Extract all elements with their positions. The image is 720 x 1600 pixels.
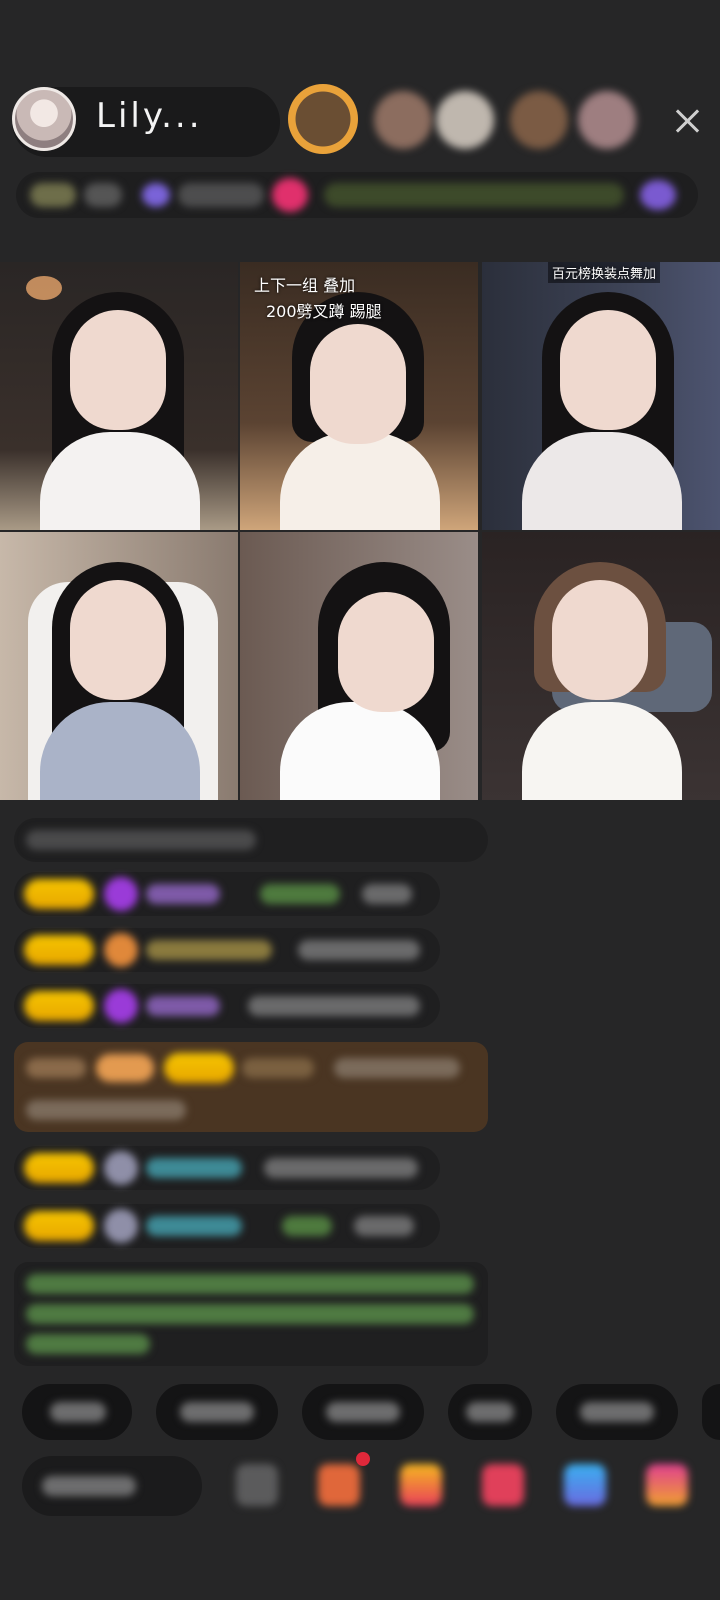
video-caption: 百元榜换装点舞加	[548, 262, 661, 283]
quick-reply-button[interactable]	[702, 1384, 720, 1440]
notification-dot	[356, 1452, 370, 1466]
notice-text	[26, 1304, 474, 1324]
share-icon[interactable]	[564, 1464, 606, 1506]
message-text	[362, 884, 412, 904]
more-icon[interactable]	[646, 1464, 688, 1506]
notice-text	[26, 830, 256, 850]
rank-icon	[142, 183, 170, 207]
user-name[interactable]	[146, 884, 220, 904]
rank-text	[178, 183, 264, 207]
video-cell-4[interactable]	[0, 532, 238, 800]
notice-text	[26, 1274, 474, 1294]
message-text	[26, 1100, 186, 1120]
user-name[interactable]	[146, 1216, 242, 1236]
hot-badge	[30, 183, 76, 207]
user-name[interactable]	[146, 1158, 242, 1178]
video-cell-2[interactable]: 上下一组 叠加 200劈叉蹲 踢腿	[240, 262, 478, 530]
gift-icon[interactable]	[272, 178, 308, 212]
user-avatar[interactable]	[104, 1151, 138, 1185]
quick-reply-label	[326, 1402, 400, 1422]
fan-avatar-top[interactable]	[288, 84, 358, 154]
notice-text	[26, 1334, 150, 1354]
level-badge	[24, 991, 94, 1021]
user-avatar[interactable]	[104, 877, 138, 911]
emoji-icon[interactable]	[236, 1464, 278, 1506]
co-host-video-grid: 上下一组 叠加 200劈叉蹲 踢腿 百元榜换装点舞加	[0, 262, 720, 802]
quick-reply-label	[466, 1402, 514, 1422]
message-text	[298, 940, 420, 960]
vip-label	[26, 1058, 86, 1078]
host-avatar[interactable]	[12, 87, 76, 151]
activity-icon[interactable]	[640, 180, 676, 210]
quick-reply-label	[580, 1402, 654, 1422]
level-badge	[24, 935, 94, 965]
user-avatar[interactable]	[104, 989, 138, 1023]
comment-placeholder	[42, 1476, 136, 1496]
fan-avatar[interactable]	[436, 91, 494, 149]
message-text	[354, 1216, 414, 1236]
gift-text	[260, 884, 340, 904]
user-avatar[interactable]	[104, 1209, 138, 1243]
user-name[interactable]	[242, 1058, 314, 1078]
level-badge	[164, 1053, 234, 1083]
video-cell-1[interactable]	[0, 262, 238, 530]
quick-reply-label	[50, 1402, 106, 1422]
activity-marquee[interactable]	[324, 183, 624, 207]
quick-reply-label	[180, 1402, 254, 1422]
message-text	[334, 1058, 460, 1078]
fan-avatar[interactable]	[510, 91, 568, 149]
level-badge	[24, 1153, 94, 1183]
gift-text	[282, 1216, 332, 1236]
lucky-bag-icon[interactable]	[400, 1464, 442, 1506]
video-caption: 上下一组 叠加	[254, 276, 356, 295]
message-text	[264, 1158, 418, 1178]
level-badge	[24, 1211, 94, 1241]
level-badge	[24, 879, 94, 909]
user-name[interactable]	[146, 940, 272, 960]
gift-icon[interactable]	[482, 1464, 524, 1506]
user-avatar[interactable]	[104, 933, 138, 967]
video-cell-6[interactable]	[482, 532, 720, 800]
user-name[interactable]	[146, 996, 220, 1016]
message-text	[248, 996, 420, 1016]
info-text	[84, 183, 122, 207]
fan-avatar[interactable]	[578, 91, 636, 149]
video-caption: 200劈叉蹲 踢腿	[266, 302, 382, 321]
video-cell-5[interactable]	[240, 532, 478, 800]
vip-badge	[96, 1054, 154, 1082]
fan-avatar[interactable]	[374, 91, 432, 149]
host-name: Lily...	[96, 96, 203, 136]
gift-box-icon[interactable]	[318, 1464, 360, 1506]
close-icon[interactable]	[672, 106, 702, 136]
video-cell-3[interactable]: 百元榜换装点舞加	[482, 262, 720, 530]
